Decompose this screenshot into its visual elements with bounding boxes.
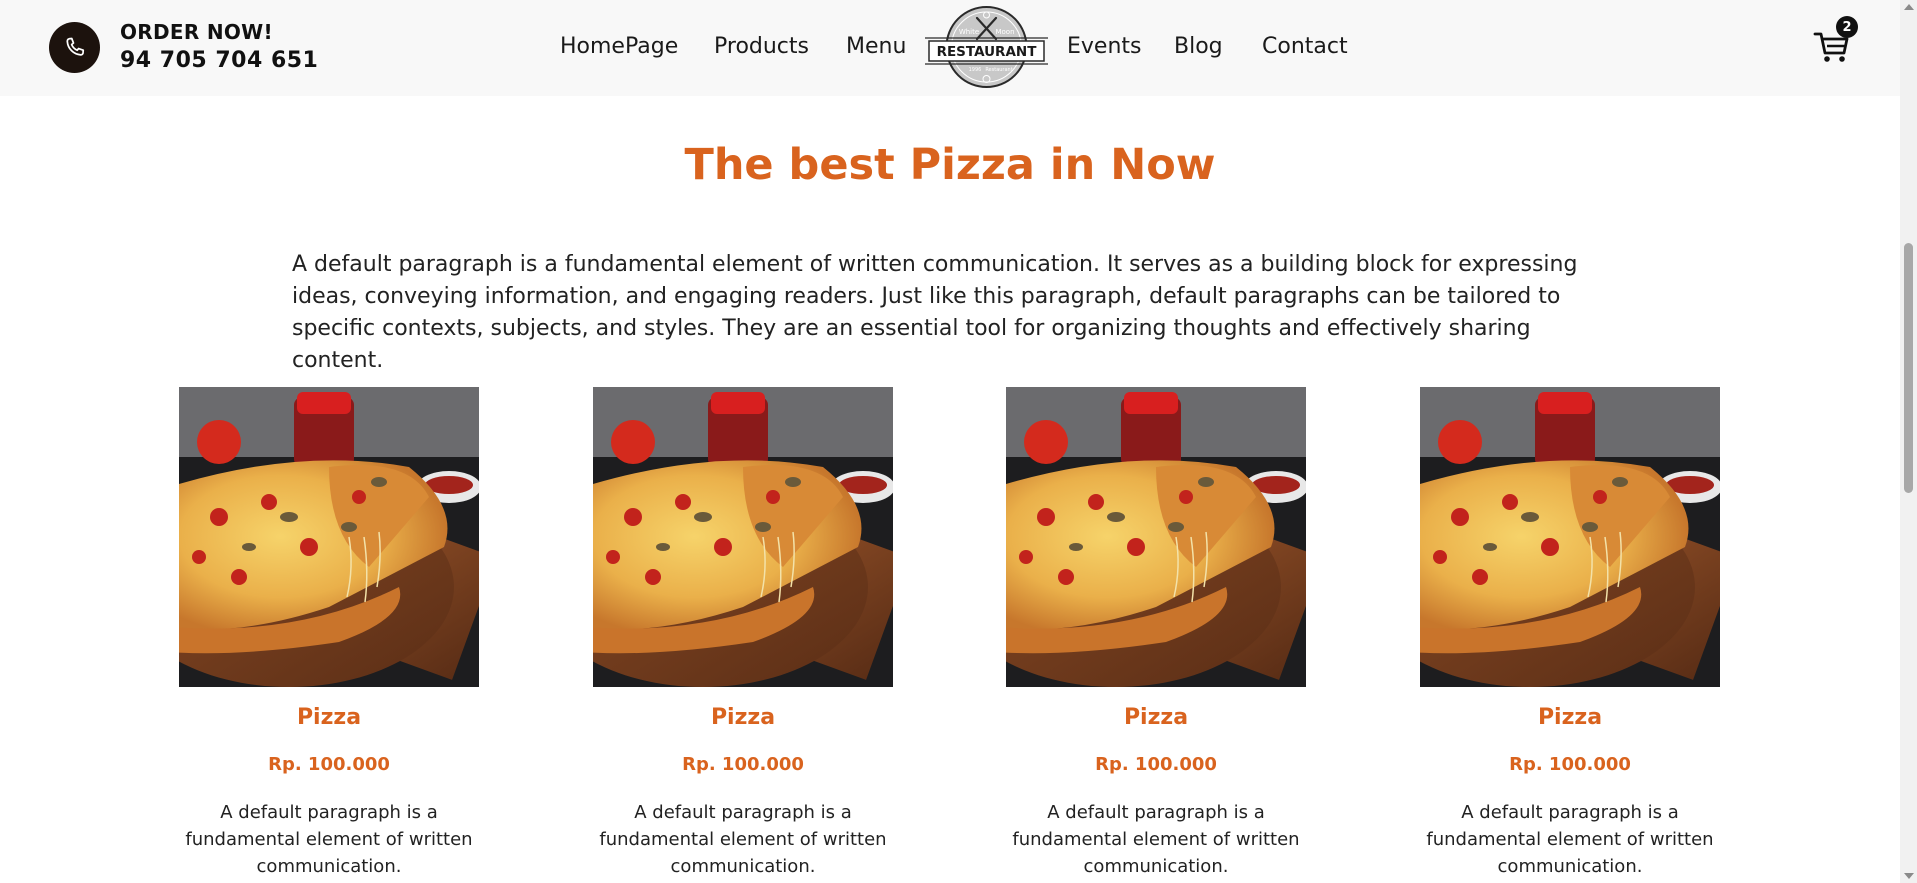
product-description: A default paragraph is a fundamental ele… <box>1012 802 1300 877</box>
logo-top-left: White <box>959 28 979 36</box>
pizza-image[interactable] <box>1420 387 1720 687</box>
product-description: A default paragraph is a fundamental ele… <box>599 802 887 877</box>
product-description: A default paragraph is a fundamental ele… <box>185 802 473 877</box>
product-name[interactable]: Pizza <box>578 705 908 730</box>
logo-bottom-left: 1996 <box>969 67 982 73</box>
site-header: ORDER NOW! 94 705 704 651 HomePage Produ… <box>0 0 1900 96</box>
pizza-image[interactable] <box>1006 387 1306 687</box>
phone-icon[interactable] <box>49 22 100 73</box>
nav-blog[interactable]: Blog <box>1174 34 1223 59</box>
product-price: Rp. 100.000 <box>1509 754 1631 775</box>
logo-bottom-right: Restaurant <box>985 67 1012 73</box>
section-title: The best Pizza in Now <box>684 140 1216 190</box>
cart-count-badge: 2 <box>1836 16 1858 38</box>
product-name[interactable]: Pizza <box>991 705 1321 730</box>
scroll-down-arrow-icon[interactable] <box>1904 873 1914 879</box>
restaurant-logo[interactable]: RESTAURANT White Moon 1996 Restaurant <box>925 4 1048 90</box>
scrollbar-thumb[interactable] <box>1904 243 1913 493</box>
intro-paragraph: A default paragraph is a fundamental ele… <box>292 252 1578 373</box>
logo-top-right: Moon <box>995 28 1014 36</box>
nav-homepage[interactable]: HomePage <box>560 34 678 59</box>
product-name[interactable]: Pizza <box>1405 705 1735 730</box>
nav-products[interactable]: Products <box>714 34 809 59</box>
pizza-image[interactable] <box>179 387 479 687</box>
product-price: Rp. 100.000 <box>682 754 804 775</box>
product-price: Rp. 100.000 <box>1095 754 1217 775</box>
product-price: Rp. 100.000 <box>268 754 390 775</box>
scroll-up-arrow-icon[interactable] <box>1904 4 1914 10</box>
nav-events[interactable]: Events <box>1067 34 1142 59</box>
nav-contact[interactable]: Contact <box>1262 34 1348 59</box>
pizza-image[interactable] <box>593 387 893 687</box>
product-name[interactable]: Pizza <box>164 705 494 730</box>
product-description: A default paragraph is a fundamental ele… <box>1426 802 1714 877</box>
order-now-label: ORDER NOW! <box>120 20 273 44</box>
nav-menu[interactable]: Menu <box>846 34 906 59</box>
logo-text: RESTAURANT <box>937 44 1038 60</box>
order-phone-number[interactable]: 94 705 704 651 <box>120 48 318 73</box>
phone-glyph <box>65 37 84 56</box>
